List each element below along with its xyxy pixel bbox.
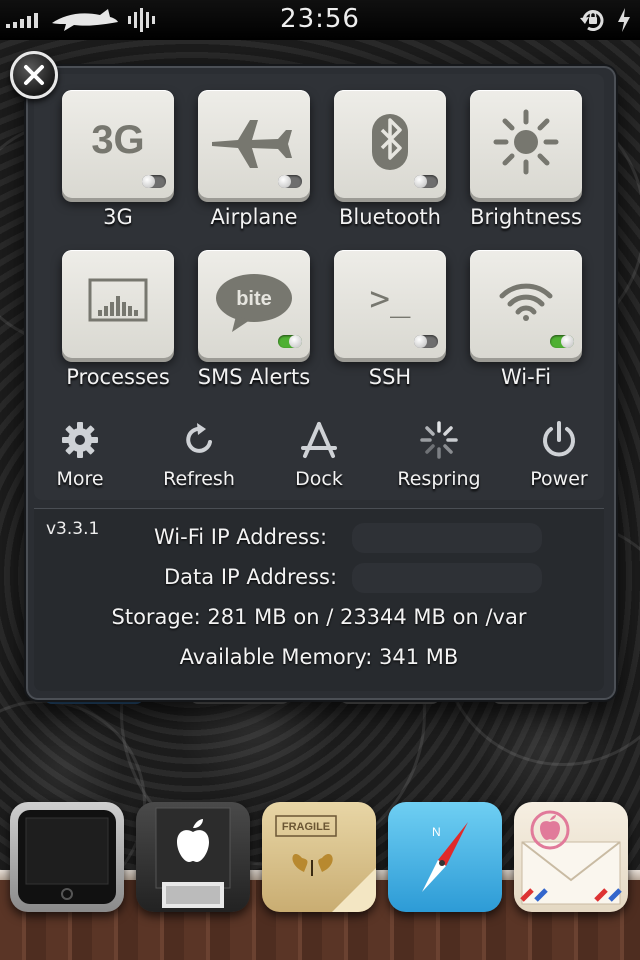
- info-section: v3.3.1 Wi-Fi IP Address: Data IP Address…: [34, 508, 604, 691]
- memory-info: Available Memory: 341 MB: [179, 645, 459, 669]
- toggle-label-processes: Processes: [66, 365, 170, 389]
- app-store-icon: [301, 422, 337, 458]
- close-button[interactable]: [10, 51, 58, 99]
- action-label-power: Power: [530, 468, 588, 490]
- svg-text:bite: bite: [236, 288, 272, 310]
- dock-safari[interactable]: N: [388, 802, 502, 912]
- battery-icon: [618, 8, 630, 32]
- toggle-brightness[interactable]: [470, 90, 582, 198]
- version-label: v3.3.1: [46, 519, 100, 539]
- toggle-label-3g: 3G: [103, 205, 133, 229]
- action-more[interactable]: More: [30, 420, 130, 510]
- dock-mail[interactable]: [514, 802, 628, 912]
- toggle-airplane[interactable]: [198, 90, 310, 198]
- toggle-switch-off: [278, 175, 302, 188]
- toggle-switch-off: [414, 335, 438, 348]
- toggle-sms-alerts[interactable]: bite: [198, 250, 310, 358]
- processes-icon: [88, 278, 148, 322]
- gear-icon: [62, 422, 98, 458]
- refresh-icon: [186, 423, 212, 453]
- wifi-ip-redacted: [352, 523, 542, 553]
- toggle-switch-on: [550, 335, 574, 348]
- toggle-switch-off: [142, 175, 166, 188]
- brightness-icon: [493, 109, 559, 175]
- status-time: 23:56: [280, 4, 360, 34]
- rotation-lock-icon: [580, 10, 604, 31]
- toggle-label-sms-alerts: SMS Alerts: [197, 365, 311, 389]
- data-ip-label: Data IP Address:: [164, 565, 338, 589]
- toggle-label-bluetooth: Bluetooth: [339, 205, 441, 229]
- svg-text:N: N: [432, 825, 441, 839]
- safari-compass-icon: N: [422, 822, 468, 892]
- toggle-3g[interactable]: 3G: [62, 90, 174, 198]
- toggle-switch-off: [414, 175, 438, 188]
- status-bar: 23:56: [0, 0, 640, 40]
- toggle-wifi[interactable]: [470, 250, 582, 358]
- svg-text:FRAGILE: FRAGILE: [282, 821, 330, 833]
- action-label-respring: Respring: [397, 468, 481, 490]
- toggle-processes[interactable]: [62, 250, 174, 358]
- action-label-dock: Dock: [295, 468, 343, 490]
- phone-icon: [18, 810, 116, 904]
- svg-text:3G: 3G: [91, 118, 144, 162]
- data-ip-redacted: [352, 563, 542, 593]
- dock-fragile[interactable]: FRAGILE: [262, 802, 376, 912]
- mail-envelope-icon: [520, 810, 622, 905]
- fragile-box-icon: FRAGILE: [275, 815, 376, 912]
- toggle-label-ssh: SSH: [368, 365, 412, 389]
- wifi-ip-label: Wi-Fi IP Address:: [154, 525, 328, 549]
- toggle-ssh[interactable]: >_: [334, 250, 446, 358]
- dock-phone[interactable]: [10, 802, 124, 912]
- toggle-label-brightness: Brightness: [470, 205, 582, 229]
- spinner-icon: [420, 421, 458, 459]
- toggle-label-airplane: Airplane: [210, 205, 298, 229]
- toggle-switch-on: [278, 335, 302, 348]
- toggle-bluetooth[interactable]: [334, 90, 446, 198]
- svg-text:>_: >_: [370, 279, 411, 319]
- close-icon: [24, 65, 44, 85]
- power-icon: [543, 421, 575, 457]
- dock-app-store[interactable]: [136, 802, 250, 912]
- action-label-refresh: Refresh: [163, 468, 235, 490]
- toggle-label-wifi: Wi-Fi: [500, 365, 552, 389]
- action-refresh[interactable]: Refresh: [149, 420, 249, 510]
- action-power[interactable]: Power: [509, 420, 609, 510]
- action-dock[interactable]: Dock: [269, 420, 369, 510]
- app-store-apple-icon: [155, 807, 231, 908]
- action-respring[interactable]: Respring: [389, 420, 489, 510]
- storage-info: Storage: 281 MB on / 23344 MB on /var: [111, 605, 527, 629]
